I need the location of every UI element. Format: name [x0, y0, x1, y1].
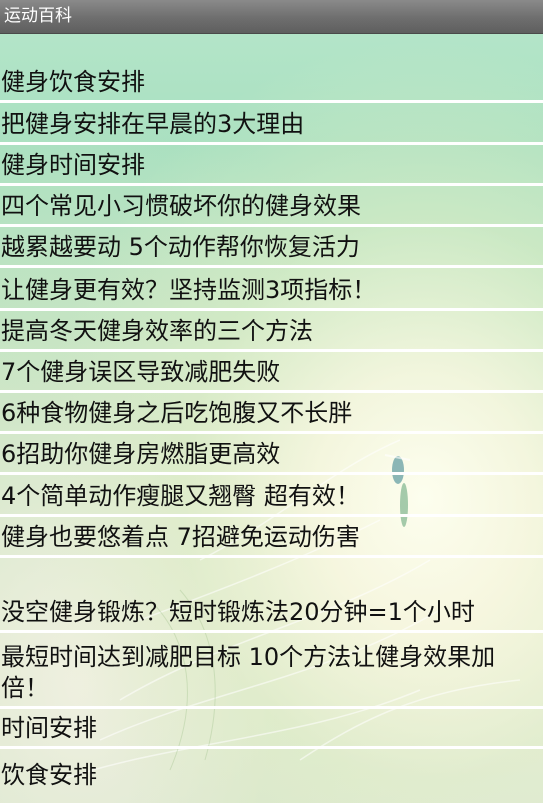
list-item-label: 把健身安排在早晨的3大理由 — [1, 110, 305, 138]
list-item[interactable]: 健身时间安排 — [0, 145, 543, 186]
list-item-label: 6种食物健身之后吃饱腹又不长胖 — [1, 399, 353, 427]
list-item[interactable]: 6招助你健身房燃脂更高效 — [0, 434, 543, 475]
list-item-label: 6招助你健身房燃脂更高效 — [1, 440, 281, 468]
list-item-label: 没空健身锻炼？短时锻炼法20分钟=1个小时 — [1, 598, 475, 626]
list-item-label: 提高冬天健身效率的三个方法 — [1, 317, 313, 345]
list-item-label: 时间安排 — [1, 714, 97, 742]
list-item[interactable]: 没空健身锻炼？短时锻炼法20分钟=1个小时 — [0, 558, 543, 633]
list-item-label: 饮食安排 — [1, 761, 97, 789]
list-item-label: 越累越要动 5个动作帮你恢复活力 — [1, 233, 360, 261]
list-item-label: 健身饮食安排 — [1, 68, 145, 96]
list-item[interactable]: 4个简单动作瘦腿又翘臀 超有效！ — [0, 475, 543, 517]
list-item[interactable]: 健身饮食安排 — [0, 34, 543, 103]
list-item[interactable]: 提高冬天健身效率的三个方法 — [0, 311, 543, 352]
list-item[interactable]: 越累越要动 5个动作帮你恢复活力 — [0, 227, 543, 268]
list-item[interactable]: 时间安排 — [0, 709, 543, 749]
list-item[interactable]: 7个健身误区导致减肥失败 — [0, 352, 543, 393]
list-item-label: 7个健身误区导致减肥失败 — [1, 358, 281, 386]
list-item-label: 健身也要悠着点 7招避免运动伤害 — [1, 523, 360, 551]
list-item-label: 健身时间安排 — [1, 151, 145, 179]
list-item-label: 四个常见小习惯破坏你的健身效果 — [1, 192, 361, 220]
list-item-label: 让健身更有效？坚持监测3项指标！ — [1, 276, 377, 304]
list-item[interactable]: 把健身安排在早晨的3大理由 — [0, 103, 543, 145]
app-title: 运动百科 — [4, 6, 72, 26]
list-item[interactable]: 6种食物健身之后吃饱腹又不长胖 — [0, 393, 543, 434]
list-item[interactable]: 让健身更有效？坚持监测3项指标！ — [0, 268, 543, 311]
list-item-label: 4个简单动作瘦腿又翘臀 超有效！ — [1, 482, 360, 510]
list-item[interactable]: 最短时间达到减肥目标 10个方法让健身效果加倍！ — [0, 633, 543, 709]
list-item[interactable]: 四个常见小习惯破坏你的健身效果 — [0, 186, 543, 227]
title-bar: 运动百科 — [0, 0, 543, 34]
list-item[interactable]: 健身也要悠着点 7招避免运动伤害 — [0, 517, 543, 558]
list-item[interactable]: 饮食安排 — [0, 749, 543, 803]
list-item-label: 最短时间达到减肥目标 10个方法让健身效果加倍！ — [1, 643, 496, 702]
